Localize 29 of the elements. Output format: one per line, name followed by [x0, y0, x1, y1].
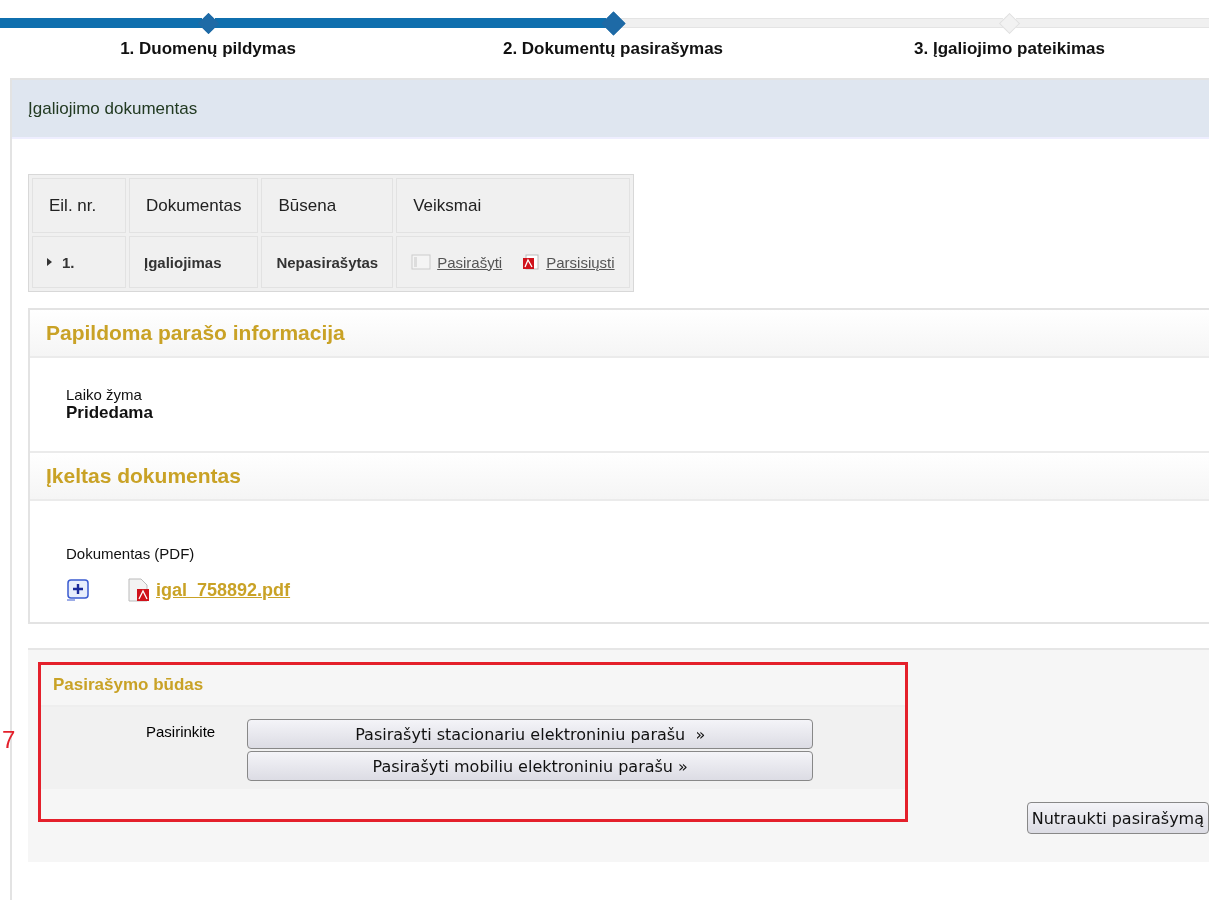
- step-label: 2. Dokumentų pasirašymas: [502, 39, 724, 59]
- section-title: Pasirašymo būdas: [53, 675, 204, 695]
- cancel-button[interactable]: Nutraukti pasirašymą: [1026, 802, 1209, 834]
- section-title: Įkeltas dokumentas: [46, 464, 241, 488]
- sign-method-button[interactable]: Pasirašyti mobiliu elektroniniu parašu »: [247, 751, 814, 781]
- field-label: Pasirinkite: [146, 722, 216, 742]
- expand-arrow-icon[interactable]: [47, 258, 52, 266]
- action-link[interactable]: Pasirašyti: [437, 253, 503, 271]
- annotation-number: 7: [2, 726, 16, 754]
- column-header: Būsena: [261, 178, 394, 233]
- add-icon[interactable]: [66, 579, 92, 601]
- step-label: 1. Duomenų pildymas: [120, 39, 296, 59]
- column-header: Veiksmai: [396, 178, 630, 233]
- pdf-icon: [126, 578, 152, 602]
- column-header: Eil. nr.: [32, 178, 126, 233]
- document-icon: [411, 254, 432, 270]
- field-label: Laiko žyma: [66, 386, 143, 403]
- step-label: 3. Įgaliojimo pateikimas: [914, 39, 1105, 59]
- row-number: 1.: [62, 253, 75, 271]
- sign-method-button[interactable]: Pasirašyti stacionariu elektroniniu parašu »: [247, 719, 814, 749]
- table-cell: Nepasirašytas: [261, 236, 394, 288]
- panel-title: Įgaliojimo dokumentas: [28, 98, 198, 119]
- section-title: Papildoma parašo informacija: [46, 321, 345, 345]
- action-link[interactable]: Parsisiųsti: [546, 253, 615, 271]
- pdf-icon: [522, 254, 541, 270]
- column-header: Dokumentas: [129, 178, 259, 233]
- table-cell: Įgaliojimas: [129, 236, 259, 288]
- field-label: Dokumentas (PDF): [66, 545, 196, 562]
- field-value: Pridedama: [66, 403, 154, 423]
